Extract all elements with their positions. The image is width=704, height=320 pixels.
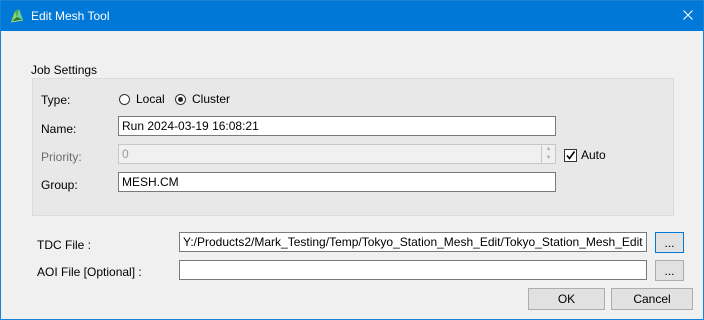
type-radio-local[interactable]: Local bbox=[119, 92, 165, 106]
radio-cluster-label: Cluster bbox=[192, 92, 231, 106]
tdc-file-label: TDC File : bbox=[37, 238, 91, 252]
priority-spinner[interactable]: ▲ ▼ bbox=[542, 144, 556, 164]
aoi-file-input[interactable] bbox=[179, 260, 647, 280]
title-bar[interactable]: Edit Mesh Tool bbox=[1, 1, 703, 31]
auto-checkbox[interactable]: Auto bbox=[564, 148, 606, 162]
check-icon bbox=[566, 150, 576, 160]
spin-down-icon[interactable]: ▼ bbox=[542, 154, 555, 163]
radio-local-label: Local bbox=[136, 92, 165, 106]
group-input[interactable] bbox=[118, 172, 556, 192]
radio-cluster-indicator bbox=[175, 93, 186, 105]
close-button[interactable] bbox=[673, 1, 703, 31]
cancel-button[interactable]: Cancel bbox=[611, 288, 693, 310]
tdc-file-input[interactable] bbox=[179, 232, 647, 252]
auto-label: Auto bbox=[581, 148, 606, 162]
job-settings-label: Job Settings bbox=[31, 63, 98, 77]
ok-button[interactable]: OK bbox=[528, 288, 605, 310]
type-label: Type: bbox=[41, 93, 71, 107]
close-icon bbox=[683, 9, 693, 23]
aoi-file-label: AOI File [Optional] : bbox=[37, 265, 142, 279]
edit-mesh-tool-window: Edit Mesh Tool Job Settings Type: Local … bbox=[0, 0, 704, 320]
spin-up-icon[interactable]: ▲ bbox=[542, 145, 555, 154]
aoi-browse-button[interactable]: ... bbox=[655, 260, 684, 281]
radio-local-indicator bbox=[119, 93, 130, 105]
window-title: Edit Mesh Tool bbox=[31, 9, 110, 23]
group-label: Group: bbox=[41, 178, 78, 192]
priority-input[interactable] bbox=[118, 144, 542, 164]
mesh-tool-app-icon bbox=[9, 8, 25, 24]
name-input[interactable] bbox=[118, 116, 556, 136]
priority-label: Priority: bbox=[41, 150, 82, 164]
tdc-browse-button[interactable]: ... bbox=[655, 232, 684, 253]
type-radio-cluster[interactable]: Cluster bbox=[175, 92, 230, 106]
name-label: Name: bbox=[41, 122, 77, 136]
auto-checkbox-box bbox=[564, 148, 577, 162]
